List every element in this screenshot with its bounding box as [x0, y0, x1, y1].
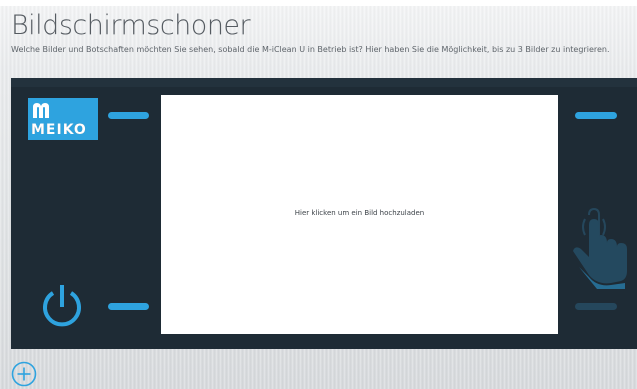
logo-wordmark: MEIKO [31, 122, 87, 138]
power-icon [43, 285, 81, 327]
add-circle-icon[interactable] [11, 361, 37, 387]
right-bottom-bar [575, 303, 617, 310]
upload-prompt: Hier klicken um ein Bild hochzuladen [294, 209, 425, 217]
device-panel-top-edge [11, 78, 637, 87]
right-top-bar [575, 112, 617, 119]
left-bottom-bar [108, 303, 149, 310]
page-subtitle: Welche Bilder und Botschaften möchten Si… [11, 45, 610, 54]
left-top-bar [108, 112, 149, 119]
hand-touch-icon [573, 207, 627, 289]
image-upload-area[interactable]: Hier klicken um ein Bild hochzuladen [161, 95, 558, 334]
meiko-m-icon [33, 103, 49, 118]
top-strip [0, 0, 637, 6]
page-title: Bildschirmschoner [11, 10, 251, 41]
meiko-logo: MEIKO [28, 98, 98, 140]
